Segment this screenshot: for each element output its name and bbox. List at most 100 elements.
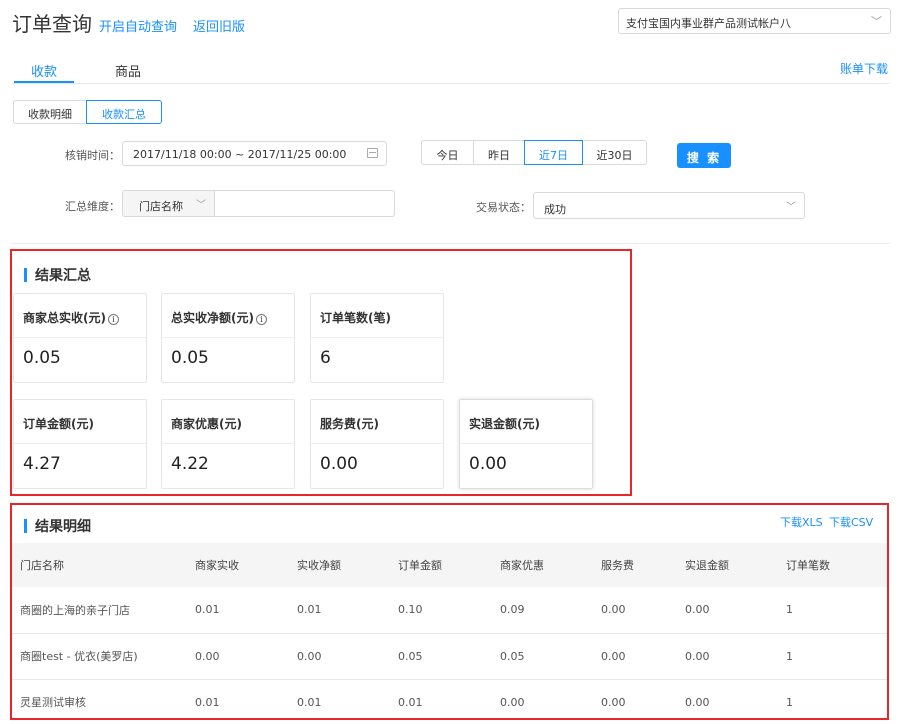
table-header-row: 门店名称 商家实收 实收净额 订单金额 商家优惠 服务费 实退金额 订单笔数 <box>12 543 887 587</box>
summary-card-value: 4.22 <box>171 454 209 474</box>
summary-title: 结果汇总 <box>24 265 91 285</box>
summary-card-header: 商家总实收(元) i <box>14 294 146 338</box>
table-cell: 0.00 <box>601 695 626 709</box>
summary-card-label: 订单笔数(笔) <box>311 294 443 338</box>
summary-card-label: 商家优惠(元) <box>162 400 294 444</box>
chevron-down-icon: ﹀ <box>871 15 882 28</box>
table-cell: 0.00 <box>685 587 786 634</box>
summary-card-value: 0.00 <box>469 454 507 474</box>
subtab-collection-detail[interactable]: 收款明细 <box>13 100 87 124</box>
table-cell: 商圈test - 优衣(美罗店) <box>12 633 195 680</box>
summary-card-value: 0.05 <box>23 348 61 368</box>
table-cell: 0.01 <box>195 587 297 634</box>
table-cell: 0.09 <box>500 587 601 634</box>
quick-yesterday-button[interactable]: 昨日 <box>473 140 525 165</box>
summary-card-label: 订单金额(元) <box>14 400 146 444</box>
table-cell: 0.01 <box>398 695 423 709</box>
quick-7days-button[interactable]: 近7日 <box>524 140 583 165</box>
table-cell: 灵星测试审核 <box>20 696 86 710</box>
back-old-version-link[interactable]: 返回旧版 <box>193 16 245 35</box>
table-cell: 0.00 <box>297 633 398 680</box>
search-button[interactable]: 搜 索 <box>677 143 731 168</box>
summary-card-value: 4.27 <box>23 454 61 474</box>
quick-today-button[interactable]: 今日 <box>421 140 474 165</box>
date-range-value: 2017/11/18 00:00 ~ 2017/11/25 00:00 <box>133 148 347 161</box>
table-cell: 0.05 <box>500 633 601 680</box>
status-select[interactable]: 成功 ﹀ <box>533 192 805 219</box>
section-marker <box>24 268 27 282</box>
download-xls-link[interactable]: 下载XLS <box>780 514 823 530</box>
table-row: 商圈的上海的亲子门店 0.01 0.01 0.10 0.09 0.00 0.00… <box>12 587 887 634</box>
table-cell: 0.00 <box>601 587 685 634</box>
dimension-keyword-input[interactable] <box>214 190 395 217</box>
detail-title: 结果明细 <box>24 516 91 536</box>
dimension-label: 汇总维度： <box>65 200 120 213</box>
table-cell: 0.05 <box>398 633 500 680</box>
page-title: 订单查询 <box>12 12 92 36</box>
column-header: 门店名称 <box>12 543 195 587</box>
table-cell: 0.00 <box>601 633 685 680</box>
column-header: 服务费 <box>601 543 685 587</box>
summary-card-value: 0.05 <box>171 348 209 368</box>
summary-title-text: 结果汇总 <box>35 268 91 284</box>
summary-card: 商家总实收(元) i 0.05 <box>13 293 147 383</box>
column-header: 实退金额 <box>685 543 786 587</box>
column-header: 订单笔数 <box>786 543 887 587</box>
tab-collection[interactable]: 收款 <box>31 61 57 80</box>
summary-card-label: 实退金额(元) <box>460 400 592 444</box>
table-cell: 0.01 <box>297 587 398 634</box>
chevron-down-icon: ﹀ <box>786 202 796 213</box>
detail-title-text: 结果明细 <box>35 519 91 535</box>
tab-goods[interactable]: 商品 <box>115 61 141 80</box>
summary-card-label: 服务费(元) <box>311 400 443 444</box>
section-marker <box>24 519 27 533</box>
detail-table: 门店名称 商家实收 实收净额 订单金额 商家优惠 服务费 实退金额 订单笔数 商… <box>12 543 887 724</box>
summary-card: 商家优惠(元) 4.22 <box>161 399 295 489</box>
table-cell: 0.00 <box>685 633 786 680</box>
summary-card-value: 6 <box>320 348 331 368</box>
status-label: 交易状态： <box>476 201 531 214</box>
dimension-select-value: 门店名称 <box>139 200 183 213</box>
table-row: 灵星测试审核 0.01 0.01 0.01 0.00 0.00 0.00 1 <box>12 679 887 724</box>
summary-card-label: 总实收净额(元) <box>171 311 254 325</box>
info-icon[interactable]: i <box>255 314 267 325</box>
summary-card: 服务费(元) 0.00 <box>310 399 444 489</box>
table-cell: 0.00 <box>685 695 710 709</box>
tabs-divider <box>12 83 890 84</box>
table-cell: 0.00 <box>500 695 525 709</box>
quick-30days-button[interactable]: 近30日 <box>582 140 647 165</box>
dimension-select[interactable]: 门店名称 ﹀ <box>122 190 215 217</box>
column-header: 实收净额 <box>297 543 398 587</box>
column-header: 商家实收 <box>195 543 297 587</box>
download-csv-link[interactable]: 下载CSV <box>829 514 873 530</box>
time-label: 核销时间： <box>65 149 120 162</box>
summary-card-header: 总实收净额(元) i <box>162 294 294 338</box>
table-cell: 0.10 <box>398 587 500 634</box>
table-cell: 0.01 <box>297 695 322 709</box>
info-icon[interactable]: i <box>107 314 119 325</box>
table-cell: 0.01 <box>195 695 220 709</box>
subtab-collection-summary[interactable]: 收款汇总 <box>86 100 162 124</box>
account-select-value: 支付宝国内事业群产品测试帐户八 <box>626 17 791 30</box>
summary-card: 订单笔数(笔) 6 <box>310 293 444 383</box>
bill-download-link[interactable]: 账单下载 <box>840 60 888 77</box>
table-cell: 1 <box>786 695 793 709</box>
table-cell: 0.00 <box>195 633 297 680</box>
column-header: 订单金额 <box>398 543 500 587</box>
date-range-input[interactable]: 2017/11/18 00:00 ~ 2017/11/25 00:00 <box>122 141 387 166</box>
summary-card: 订单金额(元) 4.27 <box>13 399 147 489</box>
summary-card-value: 0.00 <box>320 454 358 474</box>
table-cell: 1 <box>786 587 887 634</box>
table-cell: 商圈的上海的亲子门店 <box>12 587 195 634</box>
table-row: 商圈test - 优衣(美罗店) 0.00 0.00 0.05 0.05 0.0… <box>12 633 887 680</box>
column-header: 商家优惠 <box>500 543 601 587</box>
auto-query-link[interactable]: 开启自动查询 <box>99 16 177 35</box>
filter-divider <box>12 243 890 244</box>
summary-card: 实退金额(元) 0.00 <box>459 399 593 489</box>
chevron-down-icon: ﹀ <box>196 200 206 211</box>
summary-card-label: 商家总实收(元) <box>23 311 106 325</box>
summary-card: 总实收净额(元) i 0.05 <box>161 293 295 383</box>
status-select-value: 成功 <box>544 203 566 216</box>
table-cell: 1 <box>786 633 887 680</box>
account-select[interactable]: 支付宝国内事业群产品测试帐户八 ﹀ <box>618 8 891 34</box>
